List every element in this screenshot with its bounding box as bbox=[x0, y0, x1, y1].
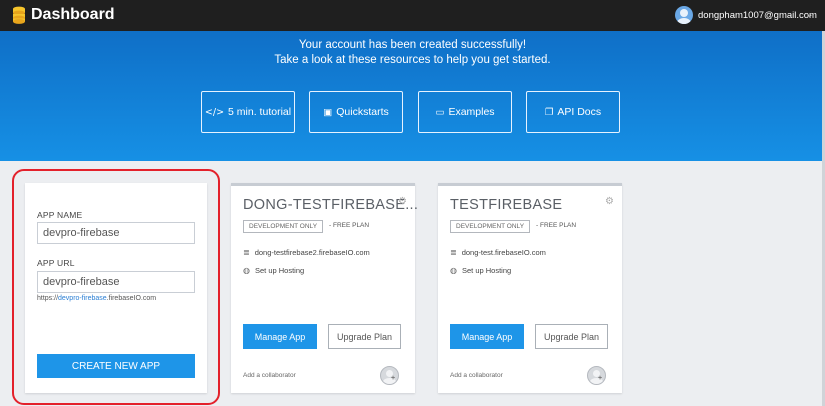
quickstarts-button[interactable]: ▣ Quickstarts bbox=[309, 91, 403, 133]
firebase-logo-icon bbox=[13, 6, 25, 24]
database-url: dong-testfirebase2.firebaseIO.com bbox=[254, 248, 370, 257]
plan-badge: DEVELOPMENT ONLY bbox=[450, 220, 531, 233]
plan-badge: DEVELOPMENT ONLY bbox=[243, 220, 324, 233]
top-nav-bar: Dashboard dongpham1007@gmail.com ⌄ bbox=[0, 0, 825, 31]
globe-icon: ◍ bbox=[450, 266, 457, 275]
api-docs-button[interactable]: ❐ API Docs bbox=[526, 91, 620, 133]
welcome-subtitle: Take a look at these resources to help y… bbox=[274, 54, 551, 66]
hosting-link: Set up Hosting bbox=[461, 266, 512, 275]
hosting-row[interactable]: ◍ Set up Hosting bbox=[243, 266, 304, 275]
docs-icon: ❐ bbox=[544, 106, 554, 118]
tutorial-button[interactable]: </> 5 min. tutorial bbox=[201, 91, 295, 133]
plan-label: - FREE PLAN bbox=[329, 222, 370, 229]
database-url-row[interactable]: ≣ dong-testfirebase2.firebaseIO.com bbox=[243, 248, 370, 257]
add-collaborator-icon[interactable] bbox=[380, 366, 399, 385]
welcome-message: Your account has been created successful… bbox=[298, 39, 527, 51]
examples-label: Examples bbox=[448, 106, 495, 118]
app-name[interactable]: DONG-TESTFIREBASE... bbox=[243, 197, 418, 213]
plus-icon: + bbox=[598, 375, 603, 382]
welcome-banner: Your account has been created successful… bbox=[0, 31, 825, 161]
add-collaborator-label: Add a collaborator bbox=[243, 372, 296, 379]
quickstarts-label: Quickstarts bbox=[336, 106, 389, 118]
chevron-down-icon[interactable]: ⌄ bbox=[806, 9, 816, 19]
user-avatar[interactable] bbox=[675, 6, 693, 24]
database-icon: ≣ bbox=[450, 248, 457, 257]
examples-button[interactable]: ▭ Examples bbox=[418, 91, 512, 133]
upgrade-plan-button[interactable]: Upgrade Plan bbox=[328, 324, 401, 349]
add-collaborator-label: Add a collaborator bbox=[450, 372, 503, 379]
user-email[interactable]: dongpham1007@gmail.com bbox=[698, 10, 817, 21]
plus-icon: + bbox=[391, 375, 396, 382]
code-icon: </> bbox=[204, 106, 225, 118]
gear-icon[interactable]: ⚙ bbox=[605, 196, 614, 207]
quickstart-icon: ▣ bbox=[323, 106, 333, 118]
app-title[interactable]: Dashboard bbox=[31, 6, 115, 24]
manage-app-button[interactable]: Manage App bbox=[450, 324, 524, 349]
highlight-annotation bbox=[12, 169, 220, 405]
hosting-link: Set up Hosting bbox=[254, 266, 305, 275]
database-icon: ≣ bbox=[243, 248, 250, 257]
globe-icon: ◍ bbox=[243, 266, 250, 275]
api-docs-label: API Docs bbox=[557, 106, 602, 118]
tutorial-label: 5 min. tutorial bbox=[228, 106, 292, 118]
upgrade-plan-button[interactable]: Upgrade Plan bbox=[535, 324, 608, 349]
database-url: dong-test.firebaseIO.com bbox=[461, 248, 546, 257]
app-card: TESTFIREBASE ⚙ DEVELOPMENT ONLY - FREE P… bbox=[438, 183, 622, 393]
hosting-row[interactable]: ◍ Set up Hosting bbox=[450, 266, 511, 275]
app-card: DONG-TESTFIREBASE... ⚙ DEVELOPMENT ONLY … bbox=[231, 183, 418, 393]
manage-app-button[interactable]: Manage App bbox=[243, 324, 317, 349]
add-collaborator-icon[interactable] bbox=[587, 366, 606, 385]
app-name[interactable]: TESTFIREBASE bbox=[450, 197, 562, 213]
laptop-icon: ▭ bbox=[435, 106, 445, 118]
database-url-row[interactable]: ≣ dong-test.firebaseIO.com bbox=[450, 248, 546, 257]
gear-icon[interactable]: ⚙ bbox=[398, 196, 407, 207]
plan-label: - FREE PLAN bbox=[536, 222, 577, 229]
